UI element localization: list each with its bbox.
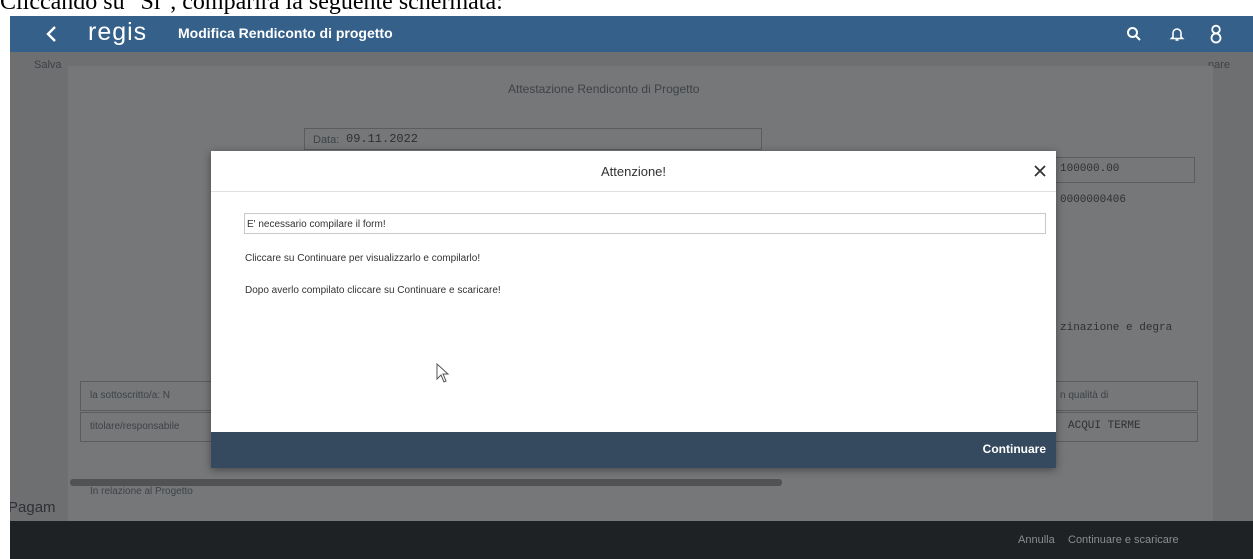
mouse-pointer-icon	[436, 362, 450, 388]
close-icon	[1034, 165, 1046, 177]
code-value: 0000000406	[1060, 194, 1127, 206]
page-title: Modifica Rendiconto di progetto	[178, 25, 393, 41]
notifications-button[interactable]	[1165, 22, 1189, 46]
date-value: 09.11.2022	[346, 132, 419, 146]
horizontal-scrollbar[interactable]	[70, 479, 782, 486]
dialog-message-line: E' necessario compilare il form!	[244, 213, 1046, 234]
date-label: Data:	[313, 134, 340, 146]
dialog-message-line: Cliccare su Continuare per visualizzarlo…	[245, 253, 481, 264]
signer-label: la sottoscritto/a: N	[90, 390, 171, 401]
role-label: n qualità di	[1060, 390, 1109, 401]
search-icon	[1127, 27, 1141, 41]
search-button[interactable]	[1122, 22, 1146, 46]
user-button[interactable]	[1204, 22, 1228, 46]
holder-label: titolare/responsabile	[90, 421, 180, 432]
app-logo: regis	[88, 18, 148, 46]
description-value: zinazione e degra	[1060, 322, 1173, 334]
bell-icon	[1169, 28, 1185, 41]
project-label: In relazione al Progetto	[90, 486, 193, 497]
back-button[interactable]	[40, 20, 64, 48]
shell-bar: regis Modifica Rendiconto di progetto	[10, 16, 1253, 52]
dialog-message-line: Dopo averlo compilato cliccare su Contin…	[245, 285, 501, 296]
cancel-button[interactable]: Annulla	[1018, 534, 1055, 546]
attention-dialog: Attenzione! E' necessario compilare il f…	[211, 151, 1056, 468]
footer-bar: Annulla Continuare e scaricare	[10, 521, 1253, 559]
user-icon	[1210, 24, 1222, 44]
continue-button[interactable]: Continuare	[983, 442, 1046, 456]
amount-value: 100000.00	[1060, 163, 1120, 175]
payment-section-label: Pagam	[10, 499, 56, 516]
dialog-footer: Continuare	[211, 432, 1056, 468]
dialog-title: Attenzione!	[600, 164, 667, 179]
save-button[interactable]: Salva	[34, 59, 62, 71]
page-caption: Cliccando su "Sì", comparirà la seguente…	[0, 0, 503, 15]
dialog-header: Attenzione!	[211, 151, 1056, 192]
doc-title: Attestazione Rendiconto di Progetto	[508, 82, 700, 96]
city-value: ACQUI TERME	[1068, 420, 1141, 432]
close-button[interactable]	[1030, 161, 1050, 181]
continue-download-button[interactable]: Continuare e scaricare	[1068, 534, 1179, 546]
back-icon	[46, 26, 56, 42]
